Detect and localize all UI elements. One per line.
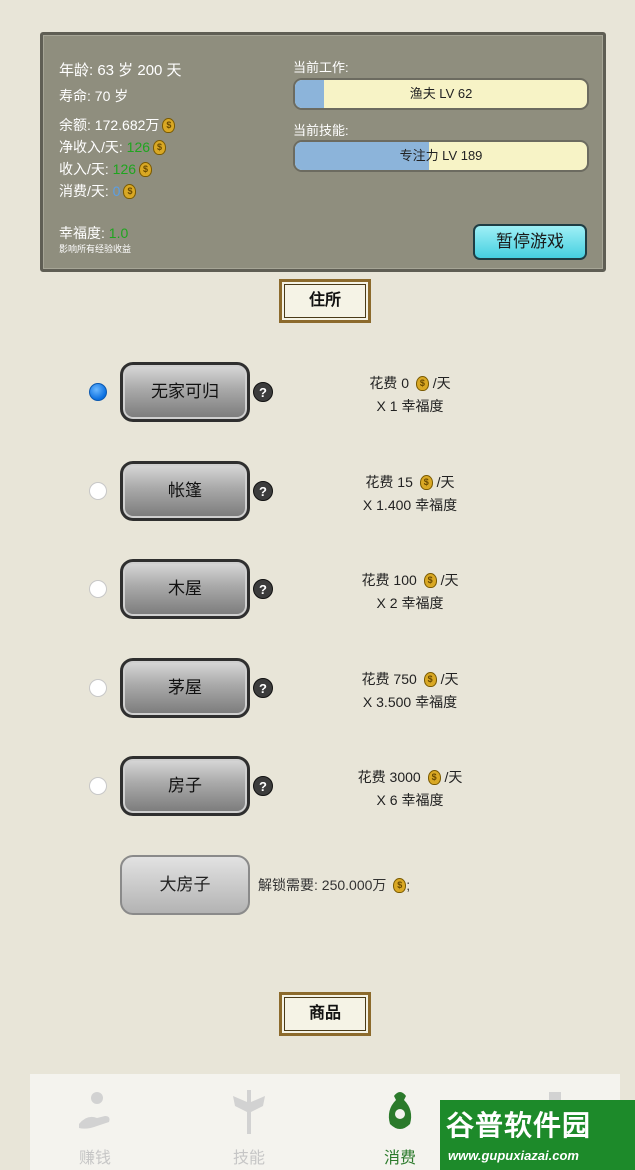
housing-radio[interactable] [89, 679, 107, 697]
happiness-note: 影响所有经验收益 [59, 244, 132, 254]
cost-unit: /天 [440, 572, 459, 588]
tab-earn-money[interactable]: 赚钱 [40, 1074, 150, 1170]
housing-cost: 花费 15 /天 X 1.400 幸福度 [300, 471, 520, 517]
housing-row: 茅屋 ? 花费 750 /天 X 3.500 幸福度 [0, 658, 635, 718]
cost-unit: /天 [440, 671, 459, 687]
net-income-value: 126 [126, 139, 151, 155]
coin-icon [427, 770, 441, 785]
cost-text: 花费 0 [369, 375, 409, 391]
happiness-label: 幸福度: [59, 225, 109, 241]
happiness-row: 幸福度: 1.0 [59, 223, 128, 243]
winged-sword-icon [233, 1090, 265, 1134]
housing-row: 帐篷 ? 花费 15 /天 X 1.400 幸福度 [0, 461, 635, 521]
age-text: 年龄: 63 岁 200 天 [59, 62, 182, 79]
balance-value: 172.682万 [94, 117, 160, 133]
coin-icon [153, 140, 167, 155]
cost-text: 花费 3000 [357, 769, 421, 785]
balance-label: 余额: [59, 117, 95, 133]
housing-button[interactable]: 木屋 [120, 559, 250, 619]
help-icon[interactable]: ? [253, 481, 273, 501]
help-icon[interactable]: ? [253, 382, 273, 402]
housing-row: 木屋 ? 花费 100 /天 X 2 幸福度 [0, 559, 635, 619]
tab-label: 技能 [232, 1150, 265, 1167]
watermark-line1: 谷普软件园 [446, 1110, 592, 1141]
housing-button[interactable]: 房子 [120, 756, 250, 816]
cost-unit: /天 [432, 375, 451, 391]
net-income-label: 净收入/天: [59, 139, 127, 155]
skill-value: 专注力 LV 189 [399, 148, 483, 163]
tab-skills[interactable]: 技能 [194, 1074, 304, 1170]
housing-section-title: 住所 [279, 279, 371, 323]
tab-spending[interactable]: 消费 [345, 1074, 455, 1170]
balance-row: 余额: 172.682万 [59, 115, 176, 135]
income-label: 收入/天: [59, 161, 113, 177]
cost-text: 花费 750 [361, 671, 417, 687]
coin-icon [423, 573, 437, 588]
help-icon[interactable]: ? [253, 579, 273, 599]
watermark-logo: 谷普软件园 www.gupuxiazai.com [440, 1100, 635, 1170]
happiness-multiplier: X 3.500 幸福度 [362, 694, 458, 710]
housing-cost: 花费 100 /天 X 2 幸福度 [300, 569, 520, 615]
coin-icon [393, 878, 407, 893]
coin-bag-icon [388, 1092, 412, 1129]
housing-row: 无家可归 ? 花费 0 /天 X 1 幸福度 [0, 362, 635, 422]
job-progress-bar[interactable]: 渔夫 LV 62 [293, 78, 589, 110]
expense-label: 消费/天: [59, 183, 113, 199]
coin-icon [415, 376, 429, 391]
tab-label: 消费 [383, 1150, 416, 1167]
housing-cost: 花费 3000 /天 X 6 幸福度 [300, 766, 520, 812]
happiness-multiplier: X 1 幸福度 [376, 398, 444, 414]
housing-button[interactable]: 茅屋 [120, 658, 250, 718]
tab-label: 赚钱 [78, 1150, 111, 1167]
income-row: 收入/天: 126 [59, 159, 153, 179]
housing-button[interactable]: 无家可归 [120, 362, 250, 422]
help-icon[interactable]: ? [253, 776, 273, 796]
coin-icon [419, 475, 433, 490]
lifespan-text: 寿命: 70 岁 [59, 88, 129, 104]
cost-unit: /天 [444, 769, 463, 785]
housing-cost: 花费 0 /天 X 1 幸福度 [300, 372, 520, 418]
unlock-text: 解锁需要: 250.000万 [258, 877, 387, 893]
cost-text: 花费 15 [365, 474, 413, 490]
cost-text: 花费 100 [361, 572, 417, 588]
coin-icon [423, 672, 437, 687]
happiness-multiplier: X 6 幸福度 [376, 792, 444, 808]
expense-value: 0 [112, 183, 121, 199]
housing-row: 房子 ? 花费 3000 /天 X 6 幸福度 [0, 756, 635, 816]
help-icon[interactable]: ? [253, 678, 273, 698]
coin-icon [162, 118, 176, 133]
happiness-multiplier: X 1.400 幸福度 [362, 497, 458, 513]
happiness-value: 1.0 [108, 225, 129, 241]
job-label: 当前工作: [293, 60, 349, 75]
coin-icon [139, 162, 153, 177]
unlock-suffix: ; [406, 877, 411, 893]
housing-button[interactable]: 帐篷 [120, 461, 250, 521]
housing-radio[interactable] [89, 580, 107, 598]
skill-label: 当前技能: [293, 123, 349, 138]
income-value: 126 [112, 161, 137, 177]
goods-section-title: 商品 [279, 992, 371, 1036]
money-hand-icon [79, 1092, 110, 1129]
happiness-multiplier: X 2 幸福度 [376, 595, 444, 611]
coin-icon [123, 184, 137, 199]
locked-housing-button[interactable]: 大房子 [120, 855, 250, 915]
watermark-line2: www.gupuxiazai.com [448, 1148, 579, 1163]
housing-radio[interactable] [89, 482, 107, 500]
cost-unit: /天 [436, 474, 455, 490]
unlock-requirement: 解锁需要: 250.000万 ; [258, 875, 410, 895]
housing-radio[interactable] [89, 383, 107, 401]
housing-radio[interactable] [89, 777, 107, 795]
job-value: 渔夫 LV 62 [409, 86, 473, 101]
housing-cost: 花费 750 /天 X 3.500 幸福度 [300, 668, 520, 714]
status-panel: 年龄: 63 岁 200 天 寿命: 70 岁 余额: 172.682万 净收入… [40, 32, 606, 272]
expense-row: 消费/天: 0 [59, 181, 137, 201]
skill-progress-bar[interactable]: 专注力 LV 189 [293, 140, 589, 172]
net-income-row: 净收入/天: 126 [59, 137, 167, 157]
pause-game-button[interactable]: 暂停游戏 [473, 224, 587, 260]
housing-row-locked: 大房子 解锁需要: 250.000万 ; [0, 855, 635, 915]
